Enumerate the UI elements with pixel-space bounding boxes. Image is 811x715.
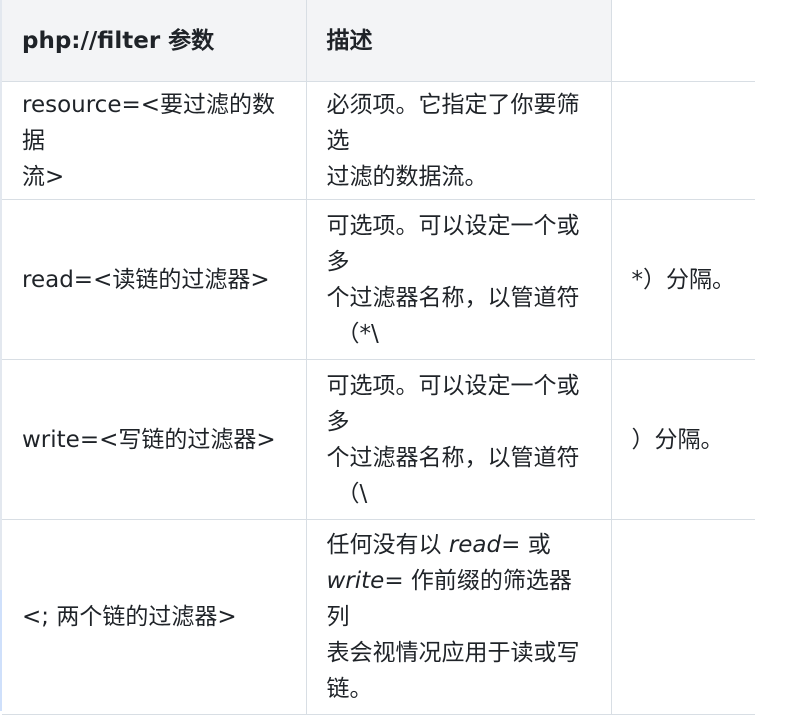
filter-params-table: php://filter 参数 描述 resource=<要过滤的数据 流> 必… xyxy=(2,0,755,715)
param-line: 流> xyxy=(22,163,65,190)
code-write: write= xyxy=(326,568,404,594)
description-line: （\ xyxy=(336,480,368,507)
description-line: 个过滤器名称，以管道符 xyxy=(326,444,580,471)
description-cell: 可选项。可以设定一个或多 个过滤器名称，以管道符 （\ xyxy=(305,359,612,520)
header-param: php://filter 参数 xyxy=(2,0,307,82)
table-row: read=<读链的过滤器> 可选项。可以设定一个或多 个过滤器名称，以管道符 （… xyxy=(2,199,755,360)
description-text: 或 xyxy=(520,532,551,558)
param-cell: read=<读链的过滤器> xyxy=(2,199,307,360)
description-line: 必须项。它指定了你要筛选 xyxy=(326,91,580,154)
description-line: 个过滤器名称，以管道符 xyxy=(326,284,580,311)
description-line: （*\ xyxy=(336,320,379,347)
description-cell: 可选项。可以设定一个或多 个过滤器名称，以管道符 （*\ xyxy=(305,199,612,360)
param-cell: resource=<要过滤的数据 流> xyxy=(2,81,307,200)
code-read: read= xyxy=(448,532,521,558)
description-line: 链。 xyxy=(326,676,373,702)
header-description: 描述 xyxy=(305,0,612,82)
description-text: 任何没有以 xyxy=(326,532,449,558)
extra-cell xyxy=(610,519,755,715)
table-row: <; 两个链的过滤器> 任何没有以 read= 或 write= 作前缀的筛选器… xyxy=(2,519,755,715)
description-line: 过滤的数据流。 xyxy=(326,163,488,190)
table-row: resource=<要过滤的数据 流> 必须项。它指定了你要筛选 过滤的数据流。 xyxy=(2,81,755,200)
param-cell: write=<写链的过滤器> xyxy=(2,359,307,520)
description-cell: 必须项。它指定了你要筛选 过滤的数据流。 xyxy=(305,81,612,200)
extra-cell: *）分隔。 xyxy=(610,199,755,360)
description-line: 表会视情况应用于读或写 xyxy=(326,640,580,666)
description-line: write= 作前缀的筛选器列 xyxy=(327,563,591,635)
extra-cell xyxy=(610,81,755,200)
table-header-row: php://filter 参数 描述 xyxy=(2,0,755,82)
header-extra xyxy=(610,0,755,82)
description-line: 任何没有以 read= 或 xyxy=(327,527,591,563)
description-line: 可选项。可以设定一个或多 xyxy=(326,212,580,275)
param-cell: <; 两个链的过滤器> xyxy=(2,519,307,715)
extra-cell: ）分隔。 xyxy=(610,359,755,520)
description-line: 可选项。可以设定一个或多 xyxy=(326,372,580,435)
param-line: resource=<要过滤的数据 xyxy=(22,91,276,154)
description-cell: 任何没有以 read= 或 write= 作前缀的筛选器列 表会视情况应用于读或… xyxy=(305,519,612,715)
table-row: write=<写链的过滤器> 可选项。可以设定一个或多 个过滤器名称，以管道符 … xyxy=(2,359,755,520)
